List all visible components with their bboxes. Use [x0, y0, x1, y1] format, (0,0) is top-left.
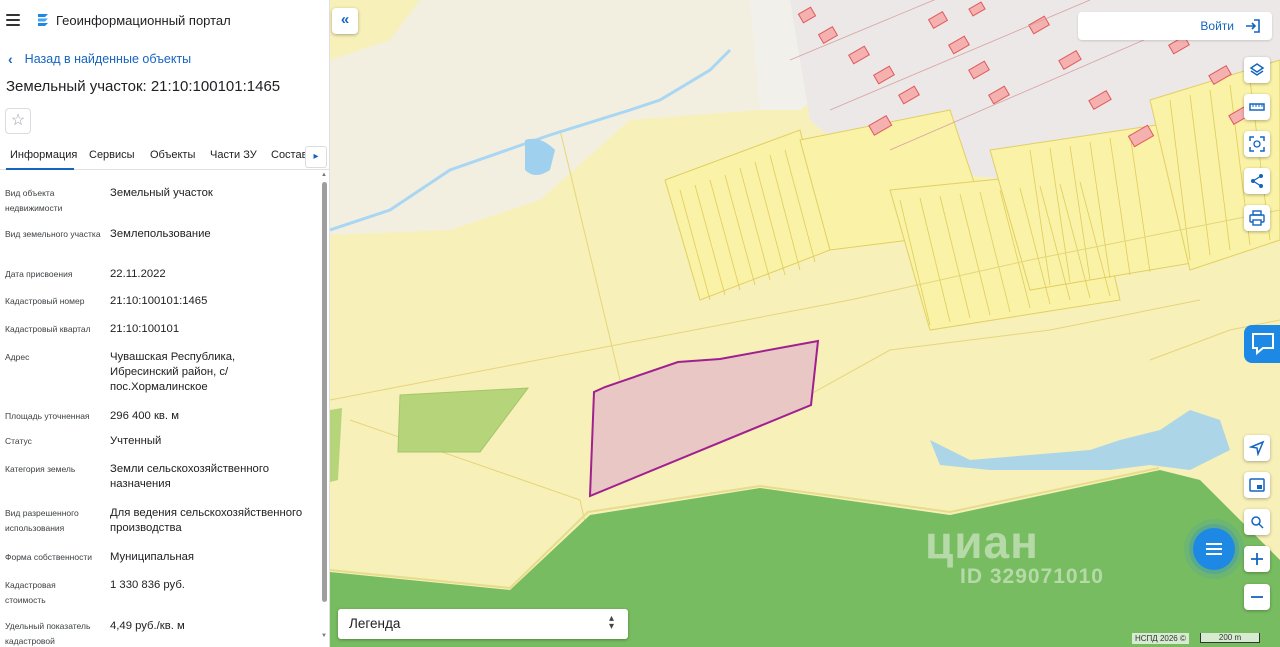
attr-value: 4,49 руб./кв. м	[110, 620, 185, 632]
attr-value: 21:10:100101:1465	[110, 295, 208, 307]
legend-dropdown[interactable]: Легенда ▴ ▾	[338, 609, 628, 639]
attr-label: Вид земельного участка	[5, 229, 101, 239]
print-icon	[1249, 210, 1265, 226]
top-bar: Геоинформационный портал	[0, 0, 329, 42]
ruler-icon	[1249, 103, 1265, 111]
attr-value: Земельный участок	[110, 187, 213, 199]
login-label: Войти	[1200, 19, 1234, 33]
attr-label: Статус	[5, 436, 32, 446]
minus-icon	[1251, 596, 1263, 598]
locate-button[interactable]	[1244, 435, 1270, 461]
share-button[interactable]	[1244, 168, 1270, 194]
tab-objects[interactable]: Объекты	[150, 149, 195, 161]
map-layer	[330, 0, 1280, 647]
collapse-panel-button[interactable]: «	[332, 8, 358, 34]
minimap-button[interactable]	[1244, 472, 1270, 498]
zoom-in-button[interactable]	[1244, 546, 1270, 572]
info-panel: Геоинформационный портал ‹ Назад в найде…	[0, 0, 330, 647]
chat-icon-line	[1206, 548, 1222, 550]
zoom-out-button[interactable]	[1244, 584, 1270, 610]
location-pin-icon	[1251, 516, 1264, 529]
object-title: Земельный участок: 21:10:100101:1465	[6, 78, 281, 95]
scrollbar-thumb[interactable]	[322, 182, 327, 602]
attr-label: Вид разрешенного использования	[5, 508, 79, 533]
attr-value: Для ведения сельскохозяйственного произв…	[110, 507, 303, 534]
attr-label: Площадь уточненная	[5, 411, 90, 421]
chat-button[interactable]	[1193, 528, 1235, 570]
print-button[interactable]	[1244, 205, 1270, 231]
select-area-icon	[1249, 136, 1265, 152]
chat-icon	[1206, 543, 1222, 545]
tabs-bar: Информация Сервисы Объекты Части ЗУ Сост…	[0, 144, 329, 170]
tab-composition[interactable]: Состав	[271, 149, 307, 161]
attr-label: Удельный показатель кадастровой	[5, 621, 91, 646]
watermark-id: ID 329071010	[960, 565, 1104, 588]
tabs-next-button[interactable]: ▸	[305, 146, 327, 168]
map-attribution: НСПД 2026 ©	[1132, 633, 1189, 644]
attr-value: 21:10:100101	[110, 323, 180, 335]
attr-label: Кадастровый номер	[5, 296, 85, 306]
navigation-arrow-icon	[1249, 440, 1265, 456]
attr-label: Вид объекта недвижимости	[5, 188, 63, 213]
attr-value: Чувашская Республика, Ибресинский район,…	[110, 351, 236, 393]
menu-icon[interactable]	[6, 14, 20, 26]
layers-icon	[1249, 63, 1265, 76]
tab-services[interactable]: Сервисы	[89, 149, 135, 161]
layers-button[interactable]	[1244, 57, 1270, 83]
back-label: Назад в найденные объекты	[24, 52, 192, 66]
message-icon	[1252, 333, 1274, 356]
scroll-down-icon[interactable]: ▼	[321, 633, 327, 639]
widget-tab-button[interactable]	[1244, 325, 1280, 363]
attr-value: 296 400 кв. м	[110, 410, 179, 422]
portal-title: Геоинформационный портал	[56, 13, 231, 28]
select-area-button[interactable]	[1244, 131, 1270, 157]
attr-value: Земли сельскохозяйственного назначения	[110, 463, 270, 490]
plus-icon	[1251, 553, 1263, 565]
login-icon	[1246, 19, 1260, 33]
chat-icon-line	[1206, 553, 1222, 555]
attr-label: Форма собственности	[5, 552, 92, 562]
minimap-icon	[1249, 478, 1265, 492]
geo-search-button[interactable]	[1244, 509, 1270, 535]
share-icon	[1251, 174, 1263, 188]
attr-value: 1 330 836 руб.	[110, 579, 185, 591]
attr-label: Адрес	[5, 352, 30, 362]
scale-bar: 200 m	[1200, 633, 1260, 643]
expand-arrows-icon: ▴ ▾	[608, 613, 614, 632]
portal-logo	[38, 14, 48, 26]
login-button[interactable]: Войти	[1078, 12, 1272, 40]
attr-value: Муниципальная	[110, 551, 195, 563]
attr-label: Дата присвоения	[5, 269, 73, 279]
chevron-left-icon: ‹	[8, 51, 13, 67]
favorite-star-icon[interactable]: ☆	[5, 108, 31, 134]
attr-value: Землепользование	[110, 228, 211, 240]
map-canvas[interactable]: циан ID 329071010	[330, 0, 1280, 647]
attr-value: 22.11.2022	[110, 268, 166, 280]
attr-label: Категория земель	[5, 464, 76, 474]
measure-button[interactable]	[1244, 94, 1270, 120]
tab-parts[interactable]: Части ЗУ	[210, 149, 257, 161]
watermark: циан	[925, 516, 1039, 568]
attr-value: Учтенный	[110, 435, 162, 447]
legend-label: Легенда	[349, 616, 401, 631]
scroll-up-icon[interactable]: ▲	[321, 172, 327, 178]
back-link[interactable]: ‹ Назад в найденные объекты	[8, 51, 191, 67]
tab-info[interactable]: Информация	[10, 149, 77, 161]
attr-label: Кадастровый квартал	[5, 324, 91, 334]
attr-label: Кадастровая стоимость	[5, 580, 56, 605]
active-tab-indicator	[6, 168, 74, 170]
